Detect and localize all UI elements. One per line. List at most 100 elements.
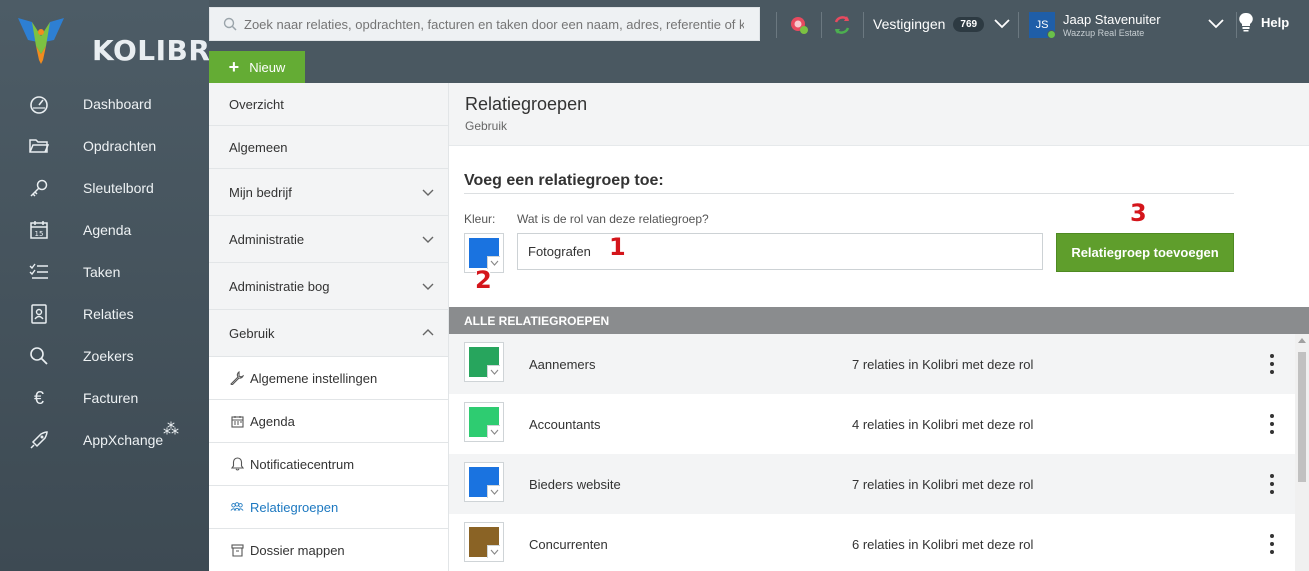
group-name: Bieders website [529,477,621,492]
nav-item-label: Agenda [83,222,132,238]
more-options-icon[interactable] [1266,354,1278,374]
group-color-picker[interactable] [464,522,504,562]
submenu-item-relatiegroepen[interactable]: Relatiegroepen [209,486,448,529]
key-icon [28,177,50,199]
nav-item-relaties[interactable]: Relaties [0,293,209,335]
topbar: + Nieuw Vestigingen 769 JS Jaap Stavenui… [209,0,1309,83]
brand-name: KOLIBRI [92,34,222,67]
list-item: Bieders website 7 relaties in Kolibri me… [449,454,1295,514]
chevron-down-icon [422,283,434,290]
nav-item-label: AppXchange [83,432,164,448]
list-item: Accountants 4 relaties in Kolibri met de… [449,394,1295,454]
nav-item-opdrachten[interactable]: Opdrachten [0,125,209,167]
submenu-item-label: Algemene instellingen [250,370,378,386]
nav-item-dashboard[interactable]: Dashboard [0,83,209,125]
submenu-item-administratie[interactable]: Administratie [209,216,448,263]
list-header: ALLE RELATIEGROEPEN [449,307,1309,334]
submenu-item-algemene-instellingen[interactable]: Algemene instellingen [209,357,448,400]
nav-item-facturen[interactable]: € Facturen [0,377,209,419]
submenu-item-notificatiecentrum[interactable]: Notificatiecentrum [209,443,448,486]
nav-item-sleutelbord[interactable]: Sleutelbord [0,167,209,209]
more-options-icon[interactable] [1266,534,1278,554]
submenu-item-label: Gebruik [229,325,275,341]
divider [1236,12,1237,38]
chevron-down-icon [487,425,500,438]
list-item: Concurrenten 6 relaties in Kolibri met d… [449,514,1295,571]
page-header: Relatiegroepen Gebruik [449,83,1309,146]
kolibri-logo[interactable]: KOLIBRI [16,12,221,68]
chevron-down-icon [422,189,434,196]
calendar-icon: 15 [28,219,50,241]
submenu-item-label: Algemeen [229,139,288,155]
sidebar: KOLIBRI Dashboard Opdrachten Sleutelbord… [0,0,221,571]
group-color-picker[interactable] [464,402,504,442]
submenu-item-label: Administratie [229,231,305,247]
callout-marker: 3 [1130,199,1147,227]
search-icon [28,345,50,367]
scrollbar-thumb[interactable] [1298,352,1306,482]
group-color-picker[interactable] [464,342,504,382]
rocket-icon [28,429,50,451]
more-options-icon[interactable] [1266,414,1278,434]
submenu-item-dossier-mappen[interactable]: Dossier mappen [209,529,448,571]
new-button[interactable]: + Nieuw [209,51,305,83]
submenu-item-algemeen[interactable]: Algemeen [209,126,448,169]
nav-item-taken[interactable]: Taken [0,251,209,293]
form-title: Voeg een relatiegroep toe: [464,172,664,189]
chevron-down-icon [487,545,500,558]
scrollbar[interactable] [1295,334,1309,571]
role-label: Wat is de rol van deze relatiegroep? [517,212,709,226]
breadcrumb: Gebruik [465,119,508,133]
divider [1018,12,1019,38]
svg-text:15: 15 [35,230,44,238]
vestigingen-count-badge: 769 [953,16,985,32]
nav-item-appxchange[interactable]: AppXchange ⁂ [0,419,209,461]
chevron-up-icon [422,329,434,336]
sync-icon[interactable] [830,13,854,37]
archive-icon [230,543,244,557]
divider [863,12,864,38]
global-search[interactable] [209,7,760,41]
more-options-icon[interactable] [1266,474,1278,494]
group-color-picker[interactable] [464,462,504,502]
role-name-input[interactable] [517,233,1043,270]
contacts-icon [28,303,50,325]
nav-item-label: Dashboard [83,96,152,112]
submenu-item-label: Dossier mappen [250,542,345,558]
help-label: Help [1261,14,1290,30]
vestigingen-label: Vestigingen [873,16,946,32]
group-icon [230,500,244,514]
search-input[interactable] [244,16,744,32]
submenu-item-gebruik[interactable]: Gebruik [209,310,448,357]
new-button-label: Nieuw [249,59,286,75]
vestigingen-dropdown[interactable]: Vestigingen 769 [873,9,1010,39]
group-name: Accountants [529,417,601,432]
submenu-item-mijn-bedrijf[interactable]: Mijn bedrijf [209,169,448,216]
search-icon [216,17,244,31]
add-relation-group-button[interactable]: Relatiegroep toevoegen [1056,233,1234,272]
nav-item-agenda[interactable]: 15 Agenda [0,209,209,251]
nav-item-label: Taken [83,264,121,280]
divider [464,193,1234,194]
plus-icon: + [228,56,240,77]
nav-item-zoekers[interactable]: Zoekers [0,335,209,377]
submenu-item-label: Relatiegroepen [250,499,339,515]
hummingbird-logo-icon [18,18,64,64]
notifications-icon[interactable] [787,13,811,37]
submenu-item-label: Mijn bedrijf [229,184,292,200]
chevron-down-icon[interactable] [1208,19,1224,29]
submenu-item-agenda[interactable]: Agenda [209,400,448,443]
help-button[interactable]: Help [1239,12,1289,32]
divider [821,12,822,38]
submenu-item-administratie-bog[interactable]: Administratie bog [209,263,448,310]
list-item: Aannemers 7 relaties in Kolibri met deze… [449,334,1295,394]
group-name: Concurrenten [529,537,608,552]
tasks-icon [28,261,50,283]
scroll-up-icon[interactable] [1298,338,1306,343]
chevron-down-icon [422,236,434,243]
user-company: Wazzup Real Estate [1063,28,1145,38]
page-title: Relatiegroepen [465,94,588,114]
nav-item-label: Facturen [83,390,139,406]
submenu-item-overzicht[interactable]: Overzicht [209,83,448,126]
callout-marker: 2 [475,266,492,294]
